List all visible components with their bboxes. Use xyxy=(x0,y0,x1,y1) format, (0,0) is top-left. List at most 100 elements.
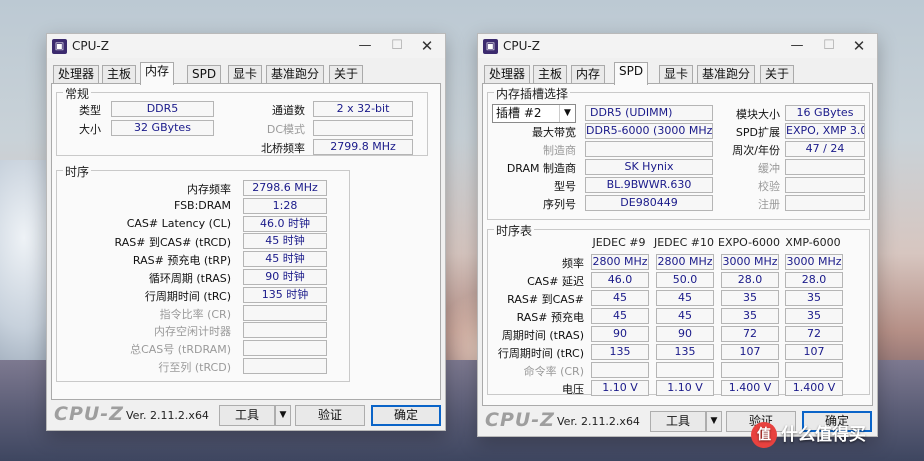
timing-value xyxy=(243,322,327,339)
timing-value xyxy=(243,358,327,374)
timing-table-cell: 50.0 xyxy=(656,272,714,288)
timing-value: 45 时钟 xyxy=(243,233,327,250)
cpuz-app-icon: ▣ xyxy=(52,39,67,54)
part-number-value: BL.9BWWR.630 xyxy=(585,177,713,193)
watermark-text: 什么值得买 xyxy=(781,425,866,445)
timing-table-cell: 135 xyxy=(656,344,714,360)
tab-about[interactable]: 关于 xyxy=(760,65,795,84)
timing-value: 135 时钟 xyxy=(243,286,327,303)
tab-cpu[interactable]: 处理器 xyxy=(484,65,531,84)
group-title-timing-table: 时序表 xyxy=(494,222,535,239)
version-text: Ver. 2.11.2.x64 xyxy=(126,409,209,422)
tab-memory[interactable]: 内存 xyxy=(571,65,606,84)
timing-table-cell: 135 xyxy=(591,344,649,360)
timing-table-cell: 1.400 V xyxy=(721,380,779,396)
maximize-icon[interactable]: ☐ xyxy=(817,36,841,56)
timing-table-cell: 35 xyxy=(785,308,843,324)
timing-table-cell: 35 xyxy=(785,290,843,306)
timing-table-cell: 45 xyxy=(656,290,714,306)
serial-number-label: 序列号 xyxy=(543,198,576,211)
validate-button[interactable]: 验证 xyxy=(295,405,365,426)
timing-value: 45 时钟 xyxy=(243,251,327,268)
slot-select[interactable]: 插槽 #2 ▼ xyxy=(492,104,576,123)
cpuz-app-icon: ▣ xyxy=(483,39,498,54)
tools-dropdown-icon[interactable]: ▼ xyxy=(275,405,291,426)
nb-freq-value: 2799.8 MHz xyxy=(313,139,413,155)
registered-label: 注册 xyxy=(758,198,780,211)
tab-memory[interactable]: 内存 xyxy=(140,62,175,85)
buffered-label: 缓冲 xyxy=(758,162,780,175)
timing-table-cell: 3000 MHz xyxy=(721,254,779,270)
timing-label: 内存空闲计时器 xyxy=(154,325,231,339)
tools-button[interactable]: 工具 xyxy=(650,411,706,432)
timing-table-cell: 1.400 V xyxy=(785,380,843,396)
timing-label: 循环周期 (tRAS) xyxy=(148,272,231,285)
timing-value xyxy=(243,304,327,321)
timing-table-cell: 2800 MHz xyxy=(656,254,714,270)
watermark-logo-icon: 值 xyxy=(751,422,777,448)
minimize-icon[interactable]: — xyxy=(353,36,377,56)
timing-table-label: RAS# 预充电 xyxy=(516,311,584,324)
manufacturer-value xyxy=(585,141,713,157)
tab-mainboard[interactable]: 主板 xyxy=(533,65,568,84)
timing-table-label: RAS# 到CAS# xyxy=(507,293,584,306)
tab-cpu[interactable]: 处理器 xyxy=(53,65,100,84)
tab-spd[interactable]: SPD xyxy=(187,65,222,84)
group-title-slot: 内存插槽选择 xyxy=(494,85,571,102)
chevron-down-icon[interactable]: ▼ xyxy=(559,105,575,122)
max-bandwidth-value: DDR5-6000 (3000 MHz) xyxy=(585,123,713,139)
dram-manufacturer-label: DRAM 制造商 xyxy=(506,162,576,175)
timing-label: FSB:DRAM xyxy=(173,198,231,212)
tab-bar: 处理器 主板 内存 SPD 显卡 基准跑分 关于 xyxy=(47,62,445,85)
minimize-icon[interactable]: — xyxy=(785,36,809,56)
timing-table-cell: 1.10 V xyxy=(591,380,649,396)
tools-button[interactable]: 工具 xyxy=(219,405,275,426)
tab-graphics[interactable]: 显卡 xyxy=(659,65,694,84)
serial-number-value: DE980449 xyxy=(585,195,713,211)
size-label: 大小 xyxy=(79,123,101,136)
timing-table-cell: 45 xyxy=(591,308,649,324)
column-header: JEDEC #9 xyxy=(592,236,646,249)
timings-group: 时序 内存频率 2798.6 MHz FSB:DRAM 1:28 CAS# Latenc… xyxy=(56,163,350,382)
tab-bar: 处理器 主板 内存 SPD 显卡 基准跑分 关于 xyxy=(478,62,877,85)
close-icon[interactable]: ✕ xyxy=(415,36,439,56)
general-group: 常规 类型 DDR5 大小 32 GBytes 通道数 2 x 32-bit D… xyxy=(56,85,428,156)
timing-table-cell xyxy=(721,362,779,378)
module-size-value: 16 GBytes xyxy=(785,105,865,121)
timing-table-label: CAS# 延迟 xyxy=(527,275,584,288)
footer: CPU-Z Ver. 2.11.2.x64 工具 ▼ 验证 确定 xyxy=(47,400,445,430)
tab-bench[interactable]: 基准跑分 xyxy=(266,65,325,84)
title-bar[interactable]: ▣ CPU-Z — ☐ ✕ xyxy=(478,34,877,58)
dc-mode-label: DC模式 xyxy=(266,123,305,136)
tab-spd[interactable]: SPD xyxy=(614,62,649,85)
manufacturer-label: 制造商 xyxy=(543,144,576,157)
tab-mainboard[interactable]: 主板 xyxy=(102,65,137,84)
ok-button[interactable]: 确定 xyxy=(371,405,441,426)
tab-about[interactable]: 关于 xyxy=(329,65,364,84)
correction-value xyxy=(785,177,865,193)
title-bar[interactable]: ▣ CPU-Z — ☐ ✕ xyxy=(47,34,445,58)
timing-table-cell: 90 xyxy=(656,326,714,342)
part-number-label: 型号 xyxy=(554,180,576,193)
column-header: XMP-6000 xyxy=(785,236,841,249)
module-size-label: 模块大小 xyxy=(736,108,780,121)
group-title-general: 常规 xyxy=(63,85,92,102)
cpuz-window-spd: ▣ CPU-Z — ☐ ✕ 处理器 主板 内存 SPD 显卡 基准跑分 关于 内… xyxy=(477,33,878,437)
timing-label: RAS# 到CAS# (tRCD) xyxy=(114,236,231,250)
group-title-timings: 时序 xyxy=(63,163,92,180)
timing-label: 总CAS号 (tRDRAM) xyxy=(130,343,231,357)
module-type-value: DDR5 (UDIMM) xyxy=(585,105,713,121)
window-title: CPU-Z xyxy=(72,39,109,53)
memory-page: 常规 类型 DDR5 大小 32 GBytes 通道数 2 x 32-bit D… xyxy=(51,83,441,400)
timing-value: 46.0 时钟 xyxy=(243,215,327,232)
tab-bench[interactable]: 基准跑分 xyxy=(697,65,756,84)
timing-table-cell xyxy=(591,362,649,378)
close-icon[interactable]: ✕ xyxy=(847,36,871,56)
timing-table-cell: 107 xyxy=(721,344,779,360)
tools-dropdown-icon[interactable]: ▼ xyxy=(706,411,722,432)
tab-graphics[interactable]: 显卡 xyxy=(228,65,263,84)
channels-value: 2 x 32-bit xyxy=(313,101,413,117)
timing-table-cell: 35 xyxy=(721,290,779,306)
maximize-icon[interactable]: ☐ xyxy=(385,36,409,56)
registered-value xyxy=(785,195,865,211)
